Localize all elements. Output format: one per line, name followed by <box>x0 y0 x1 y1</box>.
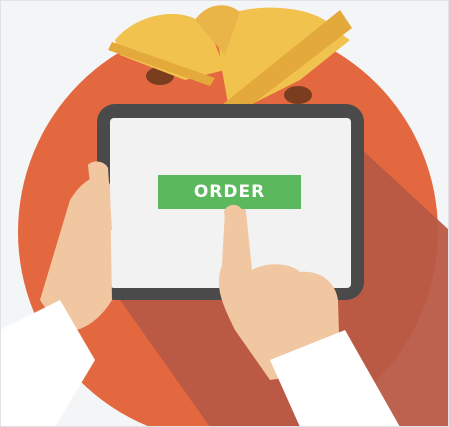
illustration-stage: ORDER <box>0 0 449 427</box>
order-notification-illustration <box>0 5 449 427</box>
order-button[interactable]: ORDER <box>158 175 301 209</box>
